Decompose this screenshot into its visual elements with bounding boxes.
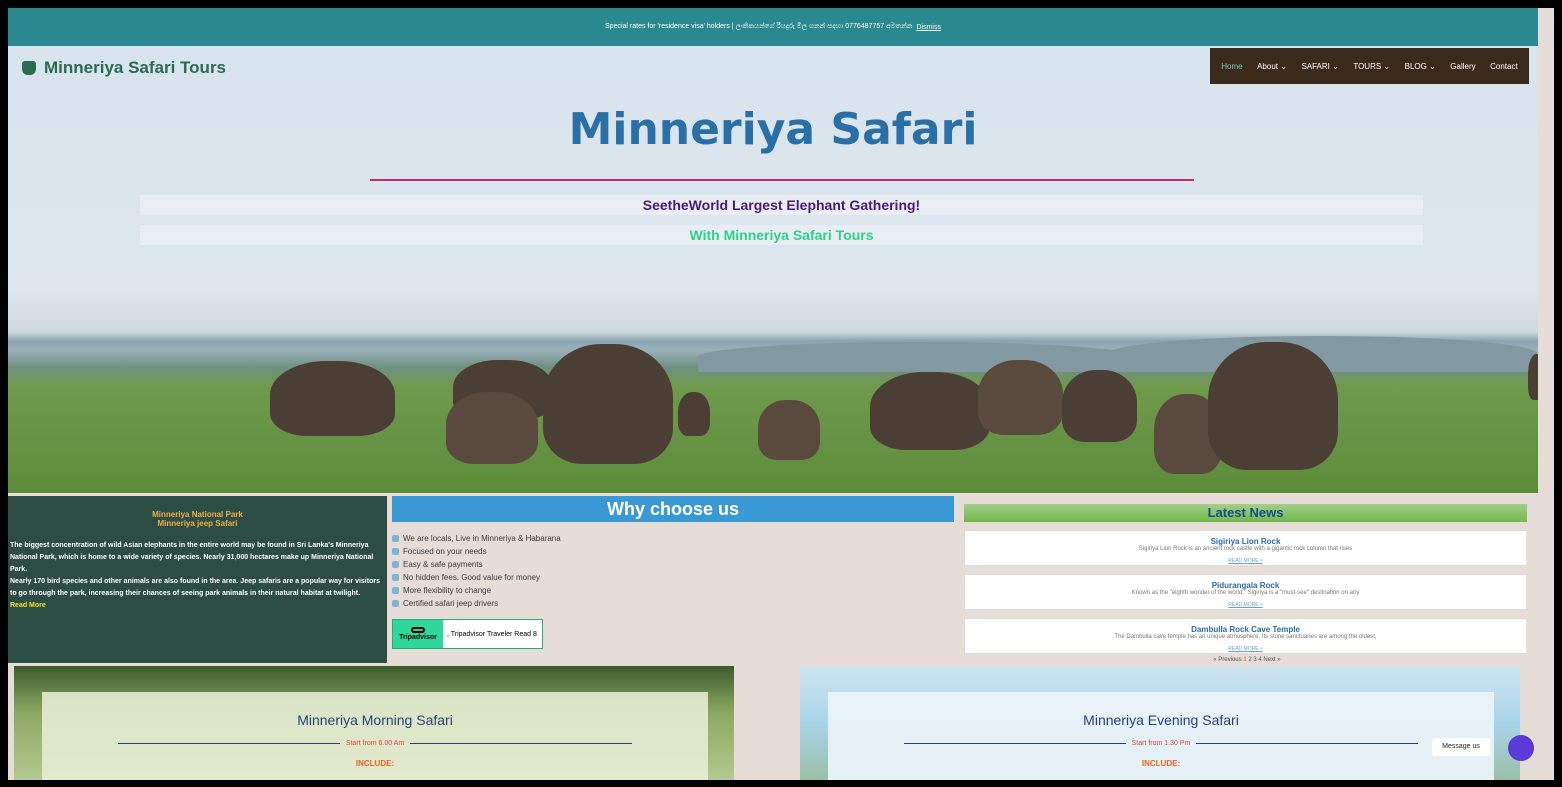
house-icon	[392, 535, 399, 542]
elephant-image	[1528, 354, 1538, 400]
list-item: Sigiriya Lion Rock Sigiriya Lion Rock is…	[964, 530, 1527, 566]
news-title-link[interactable]: Dambulla Rock Cave Temple	[965, 625, 1526, 634]
nav-about[interactable]: About ⌄	[1257, 62, 1287, 71]
hero-tagline-secondary: With Minneriya Safari Tours	[140, 225, 1423, 245]
house-icon	[392, 587, 399, 594]
card-title: Minneriya Evening Safari	[1083, 712, 1239, 728]
tripadvisor-logo: Tripadvisor	[393, 620, 443, 648]
park-paragraph-1: The biggest concentration of wild Asian …	[10, 542, 374, 573]
list-item: Dambulla Rock Cave Temple The Dambulla c…	[964, 618, 1527, 654]
pager-page-3[interactable]: 3	[1253, 657, 1256, 663]
evening-safari-card: Minneriya Evening Safari Start from 1.30…	[800, 666, 1520, 780]
why-choose-us-title: Why choose us	[392, 496, 954, 522]
notice-text: Special rates for 'residence visa' holde…	[605, 23, 913, 30]
elephant-image	[446, 392, 538, 464]
list-item: Pidurangala Rock Known as the "eighth wo…	[964, 574, 1527, 610]
hero-section: Minneriya Safari Tours Home About ⌄ SAFA…	[8, 46, 1538, 493]
nav-safari[interactable]: SAFARI ⌄	[1301, 62, 1338, 71]
card-include-label: INCLUDE:	[355, 759, 395, 768]
pager-page-1[interactable]: 1	[1243, 657, 1246, 663]
tripadvisor-widget[interactable]: Tripadvisor , Tripadvisor Traveler Read …	[392, 619, 543, 649]
house-icon	[392, 561, 399, 568]
card-start-time: Start from 1.30 Pm	[1131, 740, 1191, 747]
list-item: We are locals, Live in Minneriya & Habar…	[392, 532, 954, 545]
nav-home[interactable]: Home	[1221, 62, 1242, 71]
card-panel: Minneriya Evening Safari Start from 1.30…	[828, 692, 1494, 780]
list-item: More flexibility to change	[392, 584, 954, 597]
pager-page-2[interactable]: 2	[1248, 657, 1251, 663]
list-item: Focused on your needs	[392, 545, 954, 558]
news-read-more[interactable]: READ MORE »	[965, 558, 1526, 564]
dismiss-link[interactable]: Dismiss	[916, 24, 941, 31]
hero-title: Minneriya Safari	[568, 104, 978, 155]
news-read-more[interactable]: READ MORE »	[965, 646, 1526, 652]
latest-news-title: Latest News	[964, 504, 1527, 522]
house-icon	[392, 600, 399, 607]
elephant-image	[1062, 370, 1137, 442]
park-info-panel: Minneriya National Park Minneriya jeep S…	[8, 496, 387, 663]
message-us-label[interactable]: Message us	[1432, 738, 1490, 756]
elephant-logo-icon	[22, 61, 36, 75]
morning-safari-card: Minneriya Morning Safari Start from 6.00…	[14, 666, 734, 780]
owl-icon	[411, 627, 425, 633]
site-logo[interactable]: Minneriya Safari Tours	[22, 58, 226, 78]
elephant-image	[758, 400, 820, 460]
elephant-image	[978, 360, 1063, 435]
news-excerpt: The Dambulla cave temple has an unique a…	[1114, 634, 1377, 640]
distant-hill	[698, 342, 1138, 372]
read-more-link[interactable]: Read More	[10, 602, 46, 609]
park-paragraph-2: Nearly 170 bird species and other animal…	[10, 578, 380, 597]
card-start-time: Start from 6.00 Am	[345, 740, 405, 747]
news-excerpt: Sigiriya Lion Rock is an ancient rock ca…	[1138, 546, 1353, 552]
tripadvisor-review-text: , Tripadvisor Traveler Read 8	[447, 630, 537, 638]
nav-contact[interactable]: Contact	[1490, 62, 1518, 71]
news-read-more[interactable]: READ MORE »	[965, 602, 1526, 608]
park-subheading: Minneriya jeep Safari	[157, 519, 238, 528]
elephant-image	[678, 392, 710, 436]
pager-prev[interactable]: « Previous	[1213, 657, 1241, 663]
card-title: Minneriya Morning Safari	[297, 712, 453, 728]
main-nav: Home About ⌄ SAFARI ⌄ TOURS ⌄ BLOG ⌄ Gal…	[1210, 48, 1529, 84]
list-item: Easy & safe payments	[392, 558, 954, 571]
news-excerpt: Known as the "eighth wonder of the world…	[1131, 590, 1360, 596]
notice-bar: Special rates for 'residence visa' holde…	[8, 8, 1538, 46]
elephant-image	[543, 344, 673, 464]
pager-page-4[interactable]: 4	[1258, 657, 1261, 663]
news-pagination: « Previous 1 2 3 4 Next »	[964, 657, 1530, 663]
hero-tagline-primary: SeetheWorld Largest Elephant Gathering!	[140, 195, 1423, 215]
elephant-image	[270, 361, 395, 436]
chat-icon[interactable]	[1508, 735, 1534, 761]
hero-divider	[370, 179, 1194, 181]
list-item: Certified safari jeep drivers	[392, 597, 954, 610]
benefit-list: We are locals, Live in Minneriya & Habar…	[392, 532, 954, 610]
latest-news-section: Latest News Sigiriya Lion Rock Sigiriya …	[964, 496, 1530, 666]
park-heading: Minneriya National Park	[152, 510, 243, 519]
house-icon	[392, 574, 399, 581]
news-title-link[interactable]: Sigiriya Lion Rock	[965, 537, 1526, 546]
nav-gallery[interactable]: Gallery	[1450, 62, 1475, 71]
card-panel: Minneriya Morning Safari Start from 6.00…	[42, 692, 708, 780]
pager-next[interactable]: Next »	[1263, 657, 1280, 663]
site-logo-text: Minneriya Safari Tours	[44, 58, 227, 77]
nav-tours[interactable]: TOURS ⌄	[1353, 62, 1390, 71]
nav-blog[interactable]: BLOG ⌄	[1405, 62, 1436, 71]
elephant-image	[870, 372, 990, 450]
why-choose-us-section: Why choose us We are locals, Live in Min…	[392, 496, 954, 666]
house-icon	[392, 548, 399, 555]
list-item: No hidden fees. Good value for money	[392, 571, 954, 584]
news-title-link[interactable]: Pidurangala Rock	[965, 581, 1526, 590]
card-include-label: INCLUDE:	[1141, 759, 1181, 768]
elephant-image	[1208, 342, 1338, 470]
